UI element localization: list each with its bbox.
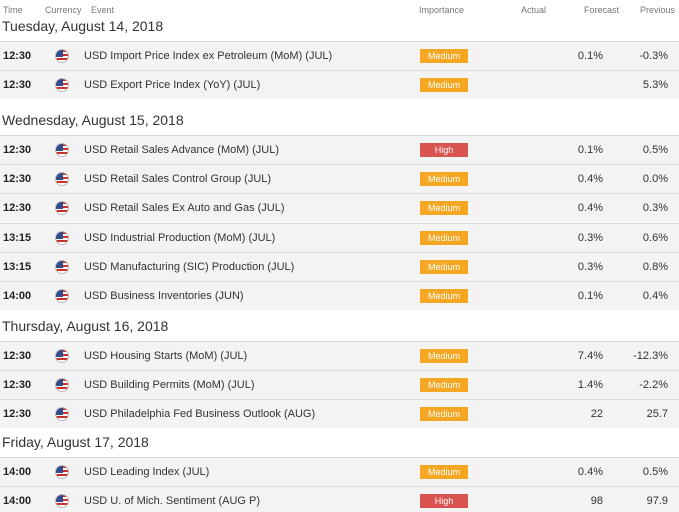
event-time: 14:00 (3, 466, 32, 478)
importance-badge: Medium (420, 49, 468, 63)
event-previous: 0.0% (642, 173, 668, 186)
event-name[interactable]: USD Industrial Production (MoM) (JUL) (84, 224, 275, 252)
event-previous: 5.3% (642, 79, 668, 92)
event-row[interactable]: 13:15 USD Industrial Production (MoM) (JU… (0, 222, 679, 252)
event-name[interactable]: USD Building Permits (MoM) (JUL) (84, 371, 255, 399)
event-name[interactable]: USD Manufacturing (SIC) Production (JUL) (84, 253, 294, 281)
event-row[interactable]: 12:30 USD Building Permits (MoM) (JUL) Med… (0, 370, 679, 400)
event-row[interactable]: 12:30 USD Import Price Index ex Petroleum… (0, 41, 679, 70)
event-row[interactable]: 14:00 USD Leading Index (JUL) Medium 0.4% 0.… (0, 457, 679, 486)
event-forecast: 0.1% (577, 50, 603, 62)
event-name[interactable]: USD U. of Mich. Sentiment (AUG P) (84, 487, 260, 512)
event-name[interactable]: USD Import Price Index ex Petroleum (MoM… (84, 42, 332, 70)
event-row[interactable]: 14:00 USD U. of Mich. Sentiment (AUG P) Hi… (0, 486, 679, 512)
event-previous: -12.3% (633, 350, 668, 362)
importance-badge: Medium (420, 78, 468, 93)
event-time: 12:30 (3, 173, 32, 186)
day-header: Wednesday, August 15, 2018 (2, 112, 184, 128)
importance-badge: Medium (420, 172, 468, 187)
event-row[interactable]: 12:30 USD Housing Starts (MoM) (JUL) Mediu… (0, 341, 679, 370)
importance-badge: Medium (420, 378, 468, 393)
us-flag-icon (55, 407, 69, 422)
event-previous: 0.6% (642, 231, 668, 244)
event-previous: -2.2% (639, 379, 668, 392)
event-time: 12:30 (3, 408, 32, 421)
event-time: 12:30 (3, 144, 32, 156)
event-time: 14:00 (3, 495, 32, 508)
event-previous: 97.9 (646, 495, 668, 508)
event-row[interactable]: 12:30 USD Export Price Index (YoY) (JUL) M… (0, 70, 679, 100)
event-previous: 0.5% (642, 144, 668, 156)
event-forecast: 7.4% (577, 350, 603, 362)
us-flag-icon (55, 259, 69, 274)
event-row[interactable]: 12:30 USD Retail Sales Ex Auto and Gas (J… (0, 193, 679, 223)
us-flag-icon (55, 349, 69, 363)
day-header: Tuesday, August 14, 2018 (2, 18, 164, 34)
event-name[interactable]: USD Retail Sales Ex Auto and Gas (JUL) (84, 194, 285, 222)
event-name[interactable]: USD Philadelphia Fed Business Outlook (A… (84, 400, 315, 428)
us-flag-icon (55, 230, 69, 245)
event-row[interactable]: 13:15 USD Manufacturing (SIC) Production … (0, 251, 679, 281)
event-time: 13:15 (3, 231, 32, 244)
event-time: 13:15 (3, 260, 32, 273)
event-forecast: 0.4% (577, 173, 603, 186)
event-forecast: 0.3% (577, 260, 603, 273)
day-header: Thursday, August 16, 2018 (2, 318, 169, 334)
us-flag-icon (55, 465, 69, 479)
event-forecast: 0.1% (577, 144, 603, 156)
event-forecast: 1.4% (577, 379, 603, 392)
event-previous: -0.3% (639, 50, 668, 62)
event-previous: 0.5% (642, 466, 668, 478)
us-flag-icon (55, 49, 69, 63)
event-forecast: 0.4% (577, 466, 603, 478)
event-row[interactable]: 14:00 USD Business Inventories (JUN) Mediu… (0, 281, 679, 310)
event-forecast: 0.3% (577, 231, 603, 244)
event-time: 12:30 (3, 350, 32, 362)
importance-badge: Medium (420, 465, 468, 479)
event-name[interactable]: USD Retail Sales Advance (MoM) (JUL) (84, 136, 279, 164)
event-forecast (555, 71, 603, 99)
importance-badge: Medium (420, 349, 468, 363)
event-name[interactable]: USD Leading Index (JUL) (84, 458, 209, 486)
event-time: 12:30 (3, 79, 32, 92)
us-flag-icon (55, 143, 69, 157)
event-name[interactable]: USD Business Inventories (JUN) (84, 282, 244, 310)
us-flag-icon (55, 378, 69, 393)
event-previous: 0.3% (642, 202, 668, 215)
us-flag-icon (55, 289, 69, 303)
importance-badge: High (420, 143, 468, 157)
importance-badge: Medium (420, 230, 468, 245)
importance-badge: Medium (420, 407, 468, 422)
event-time: 12:30 (3, 50, 32, 62)
day-header: Friday, August 17, 2018 (2, 434, 149, 450)
event-forecast: 22 (590, 408, 603, 421)
us-flag-icon (55, 172, 69, 187)
event-name[interactable]: USD Housing Starts (MoM) (JUL) (84, 342, 247, 370)
event-previous: 0.4% (642, 290, 668, 302)
event-forecast: 0.4% (577, 202, 603, 215)
event-row[interactable]: 12:30 USD Philadelphia Fed Business Outlo… (0, 399, 679, 429)
importance-badge: Medium (420, 259, 468, 274)
event-time: 12:30 (3, 379, 32, 392)
us-flag-icon (55, 494, 69, 509)
event-previous: 25.7 (646, 408, 668, 421)
event-name[interactable]: USD Retail Sales Control Group (JUL) (84, 165, 271, 193)
event-time: 14:00 (3, 290, 32, 302)
importance-badge: Medium (420, 289, 468, 303)
us-flag-icon (55, 201, 69, 216)
us-flag-icon (55, 78, 69, 93)
event-row[interactable]: 12:30 USD Retail Sales Advance (MoM) (JUL… (0, 135, 679, 164)
event-name[interactable]: USD Export Price Index (YoY) (JUL) (84, 71, 260, 99)
event-forecast: 98 (590, 495, 603, 508)
event-time: 12:30 (3, 202, 32, 215)
importance-badge: High (420, 494, 468, 509)
importance-badge: Medium (420, 201, 468, 216)
event-previous: 0.8% (642, 260, 668, 273)
event-row[interactable]: 12:30 USD Retail Sales Control Group (JUL… (0, 164, 679, 194)
event-forecast: 0.1% (577, 290, 603, 302)
